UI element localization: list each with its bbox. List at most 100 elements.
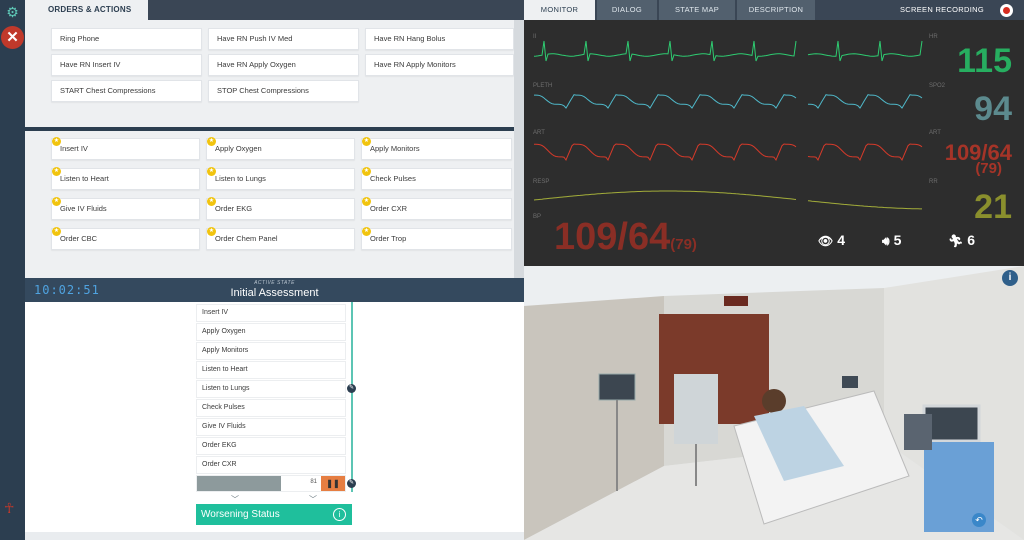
action-button[interactable]: ★ Order EKG bbox=[206, 197, 355, 220]
timeline-item[interactable]: Order CXR bbox=[196, 456, 346, 474]
star-icon: ★ bbox=[52, 197, 61, 206]
undo-icon[interactable]: ↶ bbox=[972, 513, 986, 527]
wave-label-pleth: PLETH bbox=[533, 83, 553, 89]
star-icon: ★ bbox=[52, 227, 61, 236]
room-illustration bbox=[524, 266, 1024, 540]
action-label: Order Trop bbox=[370, 234, 407, 243]
action-button[interactable]: ★ Listen to Heart bbox=[51, 167, 200, 190]
wave-label-bp: BP bbox=[533, 214, 542, 220]
rr-value: 21 bbox=[974, 188, 1012, 226]
order-button[interactable]: Ring Phone bbox=[51, 28, 202, 50]
timeline-item[interactable]: Order EKG bbox=[196, 437, 346, 455]
worsening-status-button[interactable]: Worsening Status i bbox=[196, 504, 352, 525]
actions-scrollbar[interactable] bbox=[514, 20, 524, 278]
vitals-monitor-stand bbox=[598, 373, 636, 401]
star-icon: ★ bbox=[362, 227, 371, 236]
info-icon[interactable]: i bbox=[333, 508, 346, 521]
action-button[interactable]: ★ Check Pulses bbox=[361, 167, 512, 190]
order-button[interactable]: STOP Chest Compressions bbox=[208, 80, 359, 102]
star-icon: ★ bbox=[362, 137, 371, 146]
timeline-item[interactable]: Listen to Heart bbox=[196, 361, 346, 379]
progress-value: 81 bbox=[310, 479, 317, 485]
bp-display: 109/64(79) bbox=[554, 216, 697, 259]
gear-icon[interactable]: ⚙ bbox=[0, 4, 25, 21]
actions-counter: 🏃︎ 6 bbox=[948, 232, 975, 248]
action-label: Listen to Lungs bbox=[215, 174, 266, 183]
order-button[interactable]: START Chest Compressions bbox=[51, 80, 202, 102]
actions-count: 6 bbox=[967, 232, 976, 248]
order-button[interactable]: Have RN Insert IV bbox=[51, 54, 202, 76]
art-map-value: (79) bbox=[975, 160, 1002, 177]
timeline-item[interactable]: Listen to Lungs bbox=[196, 380, 346, 398]
spo2-label: SPO2 bbox=[929, 83, 946, 89]
action-button[interactable]: ★ Give IV Fluids bbox=[51, 197, 200, 220]
patient-room-scene[interactable]: i ↶ bbox=[524, 266, 1024, 540]
tab-orders-actions[interactable]: ORDERS & ACTIONS bbox=[25, 0, 148, 20]
sound-count: 5 bbox=[893, 232, 902, 248]
action-button[interactable]: ★ Order CBC bbox=[51, 227, 200, 250]
chair bbox=[904, 414, 932, 450]
pleth-waveform bbox=[534, 94, 797, 109]
wave-label-ii: II bbox=[533, 34, 537, 40]
record-button[interactable] bbox=[1000, 4, 1013, 17]
bp-map-value: (79) bbox=[670, 236, 697, 253]
star-icon: ★ bbox=[207, 137, 216, 146]
tab-monitor[interactable]: MONITOR bbox=[524, 0, 595, 20]
order-button[interactable]: Have RN Push IV Med bbox=[208, 28, 359, 50]
action-button[interactable]: ★ Order Trop bbox=[361, 227, 512, 250]
pleth-waveform-2 bbox=[807, 94, 923, 109]
action-button[interactable]: ★ Order Chem Panel bbox=[206, 227, 355, 250]
tab-state-map[interactable]: STATE MAP bbox=[659, 0, 735, 20]
ecg-waveform-2 bbox=[807, 40, 923, 62]
timeline-item[interactable]: Give IV Fluids bbox=[196, 418, 346, 436]
active-state-title: Initial Assessment bbox=[230, 287, 319, 299]
star-icon: ★ bbox=[207, 167, 216, 176]
rr-label: RR bbox=[929, 179, 938, 185]
timeline-marker-icon[interactable]: ✎ bbox=[347, 384, 356, 393]
action-label: Apply Oxygen bbox=[215, 144, 262, 153]
action-button[interactable]: ★ Listen to Lungs bbox=[206, 167, 355, 190]
action-label: Listen to Heart bbox=[60, 174, 109, 183]
person-alert-icon[interactable]: ☥ bbox=[4, 500, 14, 517]
timeline-end-marker-icon[interactable]: ✎ bbox=[347, 479, 356, 488]
action-label: Give IV Fluids bbox=[60, 204, 107, 213]
action-label: Insert IV bbox=[60, 144, 88, 153]
cart-monitor bbox=[922, 404, 981, 443]
ecg-waveform bbox=[533, 40, 797, 62]
action-label: Order EKG bbox=[215, 204, 253, 213]
order-button[interactable]: Have RN Hang Bolus bbox=[365, 28, 514, 50]
pause-button[interactable]: ❚❚ bbox=[321, 476, 345, 491]
timeline-list: Insert IV Apply Oxygen Apply Monitors Liste… bbox=[196, 304, 346, 475]
active-state-bar: 10:02:51 ACTIVE STATE Initial Assessment bbox=[25, 278, 524, 302]
worsening-status-label: Worsening Status bbox=[201, 509, 280, 520]
iv-pumps bbox=[674, 374, 718, 444]
action-button[interactable]: ★ Apply Oxygen bbox=[206, 137, 355, 160]
tab-description[interactable]: DESCRIPTION bbox=[737, 0, 815, 20]
timeline-item[interactable]: Insert IV bbox=[196, 304, 346, 322]
art-waveform bbox=[534, 143, 797, 162]
timeline-track bbox=[351, 302, 353, 492]
timeline-item[interactable]: Check Pulses bbox=[196, 399, 346, 417]
info-icon[interactable]: i bbox=[1002, 270, 1018, 286]
order-button[interactable]: Have RN Apply Monitors bbox=[365, 54, 514, 76]
views-counter: 👁︎ 4 bbox=[818, 232, 845, 248]
star-icon: ★ bbox=[362, 167, 371, 176]
timeline-item[interactable]: Apply Oxygen bbox=[196, 323, 346, 341]
app-root: ⚙ ✕ 🏃︎ ☰ ORDERS & ACTIONS Ring PhoneHave… bbox=[0, 0, 1024, 540]
close-icon[interactable]: ✕ bbox=[1, 26, 24, 49]
spo2-value: 94 bbox=[974, 90, 1012, 128]
action-button[interactable]: ★ Apply Monitors bbox=[361, 137, 512, 160]
left-rail: ⚙ ✕ bbox=[0, 0, 25, 540]
tab-dialog[interactable]: DIALOG bbox=[597, 0, 657, 20]
hr-value: 115 bbox=[957, 42, 1012, 80]
action-label: Order CXR bbox=[370, 204, 408, 213]
action-button[interactable]: ★ Order CXR bbox=[361, 197, 512, 220]
action-label: Order Chem Panel bbox=[215, 234, 278, 243]
sound-counter: 🔊︎ 5 bbox=[882, 232, 901, 249]
timeline-item[interactable]: Apply Monitors bbox=[196, 342, 346, 360]
art-waveform-2 bbox=[807, 143, 923, 162]
star-icon: ★ bbox=[52, 167, 61, 176]
action-button[interactable]: ★ Insert IV bbox=[51, 137, 200, 160]
star-icon: ★ bbox=[52, 137, 61, 146]
order-button[interactable]: Have RN Apply Oxygen bbox=[208, 54, 359, 76]
